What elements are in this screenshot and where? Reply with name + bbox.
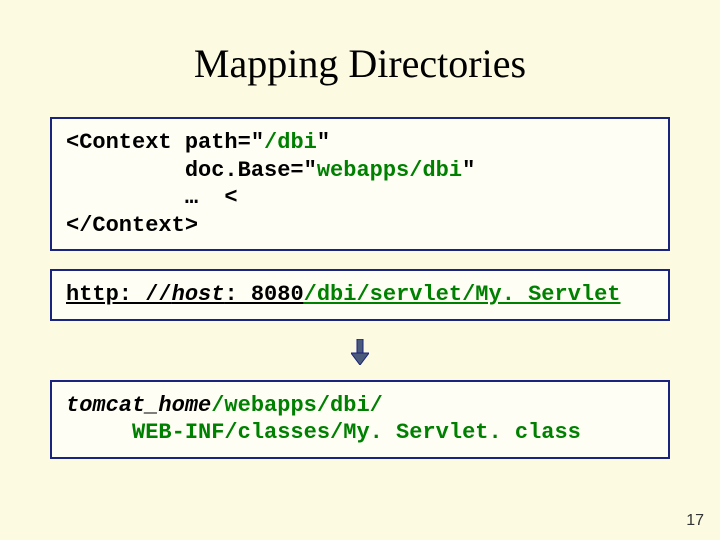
slide: Mapping Directories <Context path="/dbi"… (0, 0, 720, 540)
url-text: : 8080 (224, 282, 303, 307)
page-number: 17 (686, 512, 704, 530)
code-highlight: /dbi (264, 130, 317, 155)
code-text: <Context path=" (66, 130, 264, 155)
code-box-url: http: //host: 8080/dbi/servlet/My. Servl… (50, 269, 670, 321)
path-var: tomcat_home (66, 393, 211, 418)
url-host: host (172, 282, 225, 307)
code-box-context: <Context path="/dbi" doc.Base="webapps/d… (50, 117, 670, 251)
path-highlight: /webapps/dbi/ (211, 393, 383, 418)
down-arrow-icon (40, 339, 680, 370)
code-text: " (462, 158, 475, 183)
code-highlight: webapps/dbi (317, 158, 462, 183)
code-text: doc.Base=" (66, 158, 317, 183)
code-text: … < (66, 185, 238, 210)
path-highlight: WEB-INF/classes/My. Servlet. class (66, 420, 581, 445)
slide-title: Mapping Directories (40, 40, 680, 87)
code-text: " (317, 130, 330, 155)
code-text: </Context> (66, 213, 198, 238)
code-box-path: tomcat_home/webapps/dbi/ WEB-INF/classes… (50, 380, 670, 459)
url-text: http: // (66, 282, 172, 307)
url-path-highlight: /dbi/servlet/My. Servlet (304, 282, 621, 307)
